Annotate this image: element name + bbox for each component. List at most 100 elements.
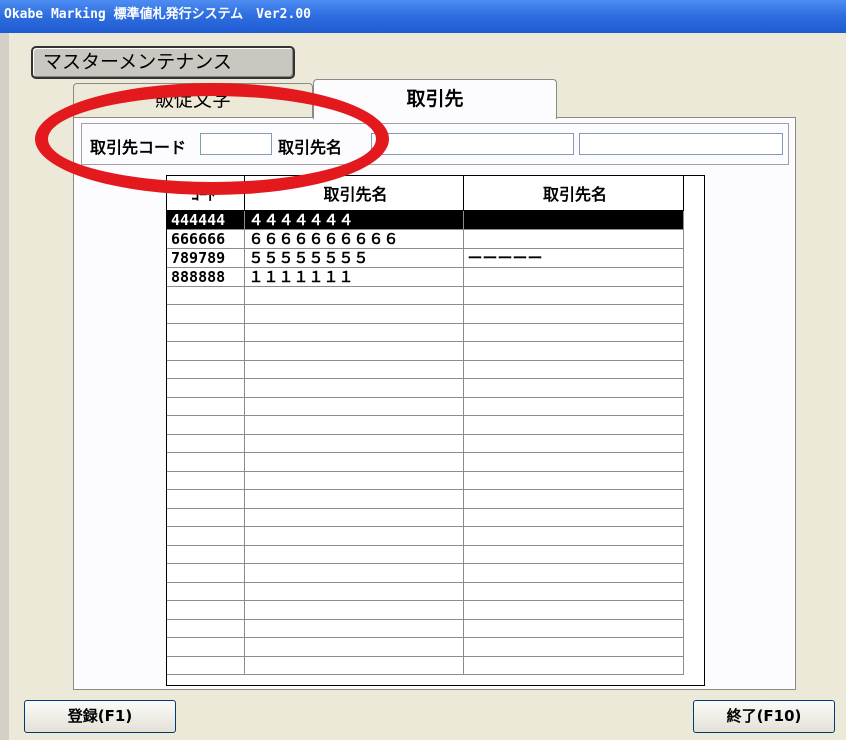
cell-name2[interactable] bbox=[463, 600, 684, 620]
cell-name[interactable]: １１１１１１１ bbox=[244, 267, 464, 287]
table-row[interactable] bbox=[167, 656, 684, 675]
cell-code[interactable] bbox=[167, 508, 245, 527]
cell-code[interactable] bbox=[167, 341, 245, 361]
cell-code[interactable]: 666666 bbox=[167, 229, 245, 249]
cell-code[interactable] bbox=[167, 656, 245, 675]
column-header-name2[interactable]: 取引先名 bbox=[463, 176, 684, 211]
cell-code[interactable] bbox=[167, 600, 245, 620]
cell-name2[interactable] bbox=[463, 397, 684, 416]
table-row[interactable] bbox=[167, 341, 684, 361]
cell-name2[interactable]: ーーーーー bbox=[463, 248, 684, 268]
cell-name[interactable]: ６６６６６６６６６６ bbox=[244, 229, 464, 249]
table-row[interactable] bbox=[167, 323, 684, 342]
cell-name[interactable] bbox=[244, 378, 464, 398]
cell-name2[interactable] bbox=[463, 526, 684, 546]
cell-name2[interactable] bbox=[463, 656, 684, 675]
table-row[interactable] bbox=[167, 508, 684, 527]
cell-name[interactable] bbox=[244, 360, 464, 379]
cell-name[interactable] bbox=[244, 582, 464, 601]
cell-name[interactable] bbox=[244, 489, 464, 509]
table-row[interactable] bbox=[167, 526, 684, 546]
cell-code[interactable] bbox=[167, 397, 245, 416]
tab-promo-text[interactable]: 販促文字 bbox=[73, 83, 313, 117]
cell-code[interactable] bbox=[167, 471, 245, 490]
table-row[interactable] bbox=[167, 619, 684, 638]
table-row[interactable] bbox=[167, 397, 684, 416]
cell-code[interactable] bbox=[167, 434, 245, 453]
cell-name2[interactable] bbox=[463, 415, 684, 435]
cell-code[interactable] bbox=[167, 360, 245, 379]
cell-name2[interactable] bbox=[463, 304, 684, 324]
table-row[interactable] bbox=[167, 545, 684, 564]
cell-name2[interactable] bbox=[463, 229, 684, 249]
cell-name[interactable]: ５５５５５５５５ bbox=[244, 248, 464, 268]
cell-name2[interactable] bbox=[463, 434, 684, 453]
table-row[interactable] bbox=[167, 378, 684, 398]
table-row[interactable]: 666666 ６６６６６６６６６６ bbox=[167, 229, 684, 249]
cell-name[interactable] bbox=[244, 508, 464, 527]
cell-code[interactable] bbox=[167, 323, 245, 342]
supplier-name2-input[interactable] bbox=[579, 133, 783, 155]
cell-name2[interactable] bbox=[463, 452, 684, 472]
cell-name2[interactable] bbox=[463, 563, 684, 583]
cell-code[interactable] bbox=[167, 304, 245, 324]
master-maintenance-button[interactable]: マスターメンテナンス bbox=[31, 46, 295, 79]
cell-name2[interactable] bbox=[463, 378, 684, 398]
table-row[interactable] bbox=[167, 471, 684, 490]
table-row[interactable] bbox=[167, 415, 684, 435]
cell-name[interactable] bbox=[244, 304, 464, 324]
supplier-name-input[interactable] bbox=[371, 133, 574, 155]
exit-button[interactable]: 終了(F10) bbox=[693, 700, 835, 733]
table-row[interactable]: 444444 ４４４４４４４ bbox=[167, 210, 684, 230]
cell-name[interactable] bbox=[244, 415, 464, 435]
register-button[interactable]: 登録(F1) bbox=[24, 700, 176, 733]
cell-name[interactable] bbox=[244, 563, 464, 583]
cell-code[interactable] bbox=[167, 563, 245, 583]
cell-name[interactable] bbox=[244, 526, 464, 546]
cell-name2[interactable] bbox=[463, 545, 684, 564]
table-row[interactable] bbox=[167, 286, 684, 305]
cell-name[interactable] bbox=[244, 434, 464, 453]
table-row[interactable] bbox=[167, 600, 684, 620]
cell-name2[interactable] bbox=[463, 341, 684, 361]
cell-name2[interactable] bbox=[463, 210, 684, 230]
table-row[interactable] bbox=[167, 489, 684, 509]
table-row[interactable] bbox=[167, 452, 684, 472]
cell-name[interactable] bbox=[244, 397, 464, 416]
table-row[interactable] bbox=[167, 304, 684, 324]
table-row[interactable]: 789789 ５５５５５５５５ ーーーーー bbox=[167, 248, 684, 268]
table-row[interactable] bbox=[167, 434, 684, 453]
cell-name2[interactable] bbox=[463, 489, 684, 509]
cell-name[interactable] bbox=[244, 471, 464, 490]
supplier-grid[interactable]: ｺｰﾄﾞ 取引先名 取引先名 444444 ４４４４４４４ 666666 ６６６６６６… bbox=[166, 175, 705, 686]
cell-name[interactable] bbox=[244, 452, 464, 472]
cell-name2[interactable] bbox=[463, 360, 684, 379]
cell-name[interactable] bbox=[244, 600, 464, 620]
column-header-code[interactable]: ｺｰﾄﾞ bbox=[167, 176, 245, 211]
column-header-name[interactable]: 取引先名 bbox=[244, 176, 464, 211]
cell-name[interactable] bbox=[244, 656, 464, 675]
cell-code[interactable] bbox=[167, 286, 245, 305]
cell-code[interactable]: 444444 bbox=[167, 210, 245, 230]
cell-name[interactable] bbox=[244, 323, 464, 342]
cell-name[interactable] bbox=[244, 619, 464, 638]
table-row[interactable] bbox=[167, 637, 684, 657]
cell-code[interactable] bbox=[167, 619, 245, 638]
cell-code[interactable]: 888888 bbox=[167, 267, 245, 287]
cell-name2[interactable] bbox=[463, 619, 684, 638]
table-row[interactable] bbox=[167, 582, 684, 601]
cell-code[interactable]: 789789 bbox=[167, 248, 245, 268]
tab-suppliers[interactable]: 取引先 bbox=[313, 79, 557, 119]
cell-name2[interactable] bbox=[463, 323, 684, 342]
cell-code[interactable] bbox=[167, 582, 245, 601]
table-row[interactable] bbox=[167, 360, 684, 379]
cell-name[interactable]: ４４４４４４４ bbox=[244, 210, 464, 230]
cell-name[interactable] bbox=[244, 286, 464, 305]
cell-code[interactable] bbox=[167, 526, 245, 546]
cell-code[interactable] bbox=[167, 637, 245, 657]
cell-name2[interactable] bbox=[463, 637, 684, 657]
cell-name[interactable] bbox=[244, 545, 464, 564]
cell-name[interactable] bbox=[244, 341, 464, 361]
cell-code[interactable] bbox=[167, 489, 245, 509]
cell-name2[interactable] bbox=[463, 508, 684, 527]
